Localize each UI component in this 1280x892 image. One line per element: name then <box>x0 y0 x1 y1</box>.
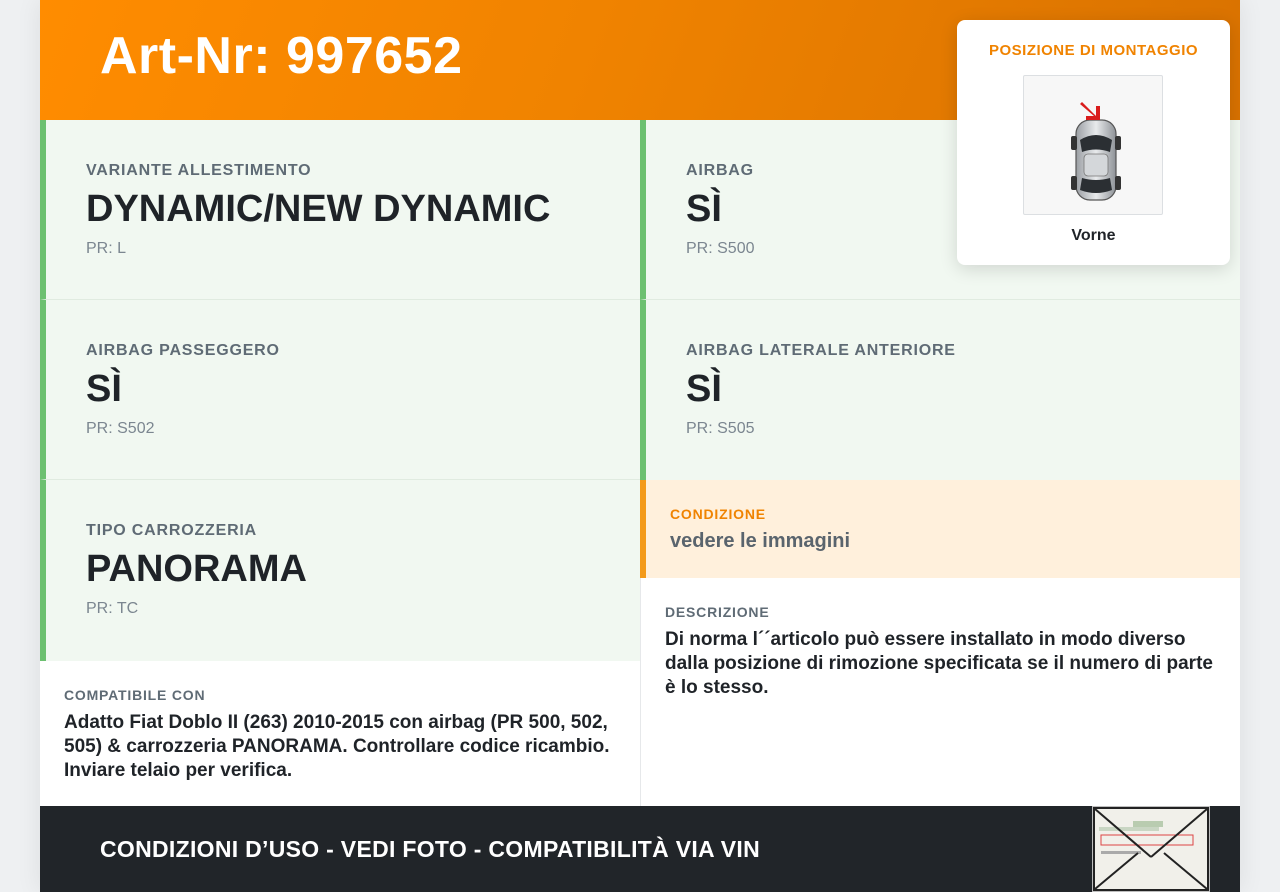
article-number-title: Art-Nr: 997652 <box>100 27 463 85</box>
description-label: DESCRIZIONE <box>665 604 770 620</box>
spec-label: VARIANTE ALLESTIMENTO <box>86 162 312 179</box>
spec-pr-code: PR: S500 <box>686 240 755 257</box>
spec-pr-code: PR: S505 <box>686 420 755 437</box>
compatibility-box: COMPATIBILE CON Adatto Fiat Doblo II (26… <box>40 661 640 806</box>
spec-label: AIRBAG LATERALE ANTERIORE <box>686 342 956 359</box>
spec-value: SÌ <box>686 368 722 410</box>
condition-value: vedere le immagini <box>670 530 851 552</box>
mounting-title: POSIZIONE DI MONTAGGIO <box>988 42 1199 59</box>
spec-cell-variant: VARIANTE ALLESTIMENTO DYNAMIC/NEW DYNAMI… <box>40 120 640 300</box>
description-text: Di norma l´´articolo può essere installa… <box>665 629 1213 698</box>
product-page: Art-Nr: 997652 VARIANTE ALLESTIMENTO DYN… <box>40 0 1240 892</box>
spec-label: TIPO CARROZZERIA <box>86 522 258 539</box>
compatibility-label: COMPATIBILE CON <box>64 687 206 703</box>
condition-label: CONDIZIONE <box>670 506 766 522</box>
condition-box: CONDIZIONE vedere le immagini <box>640 480 1240 578</box>
spec-value: SÌ <box>686 188 722 230</box>
description-box: DESCRIZIONE Di norma l´´articolo può ess… <box>640 578 1240 806</box>
mounting-caption: Vorne <box>1071 227 1116 244</box>
spec-cell-side-airbag: AIRBAG LATERALE ANTERIORE SÌ PR: S505 <box>640 300 1240 480</box>
spec-label: AIRBAG PASSEGGERO <box>86 342 280 359</box>
car-top-view-icon <box>1023 75 1163 215</box>
spec-pr-code: PR: S502 <box>86 420 155 437</box>
spec-cell-passenger-airbag: AIRBAG PASSEGGERO SÌ PR: S502 <box>40 300 640 480</box>
spec-value: SÌ <box>86 368 122 410</box>
footer-bar: CONDIZIONI D’USO - VEDI FOTO - COMPATIBI… <box>40 806 1240 892</box>
spec-value: PANORAMA <box>86 548 307 590</box>
compatibility-text: Adatto Fiat Doblo II (263) 2010-2015 con… <box>64 712 610 781</box>
spec-cell-body-type: TIPO CARROZZERIA PANORAMA PR: TC <box>40 480 640 661</box>
spec-pr-code: PR: TC <box>86 600 139 617</box>
spec-label: AIRBAG <box>686 162 754 179</box>
spec-value: DYNAMIC/NEW DYNAMIC <box>86 188 551 230</box>
mounting-position-card: POSIZIONE DI MONTAGGIO Vorne <box>957 20 1230 265</box>
spec-pr-code: PR: L <box>86 240 127 257</box>
envelope-icon[interactable] <box>1092 806 1210 892</box>
footer-text: CONDIZIONI D’USO - VEDI FOTO - COMPATIBI… <box>100 836 761 862</box>
